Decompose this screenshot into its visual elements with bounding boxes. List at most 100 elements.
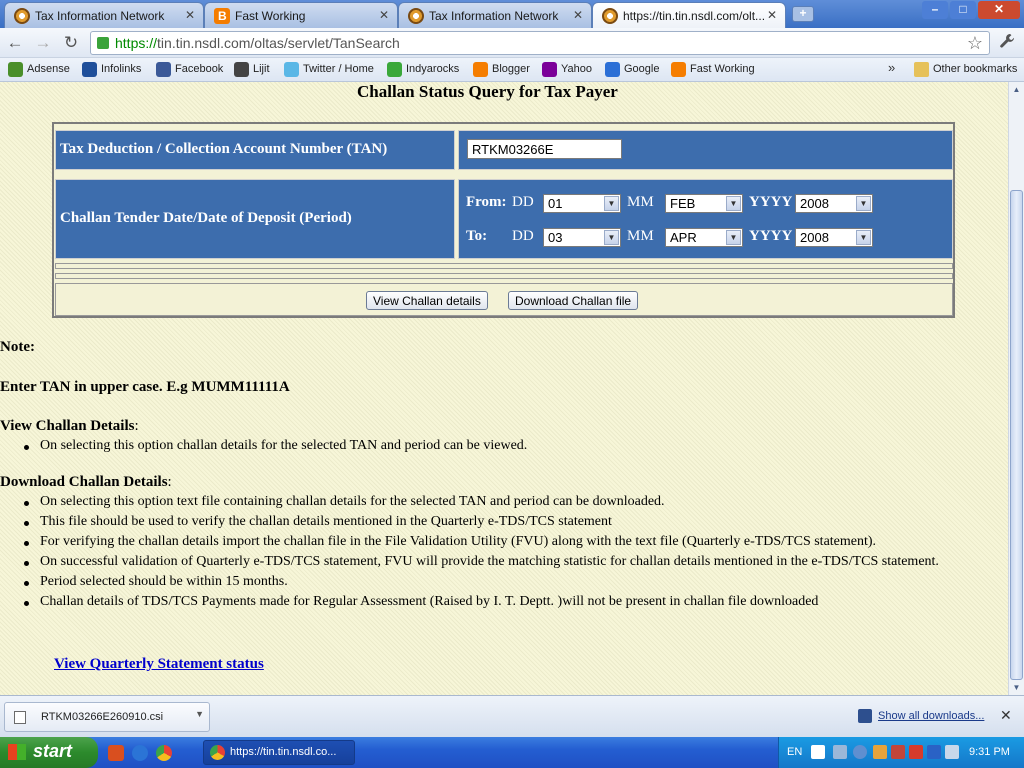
address-bar[interactable]: https://tin.tin.nsdl.com/oltas/servlet/T… — [90, 31, 990, 55]
chrome-icon[interactable] — [156, 745, 172, 761]
adsense-icon — [8, 62, 23, 77]
bookmark-label: Yahoo — [561, 63, 592, 75]
volume-icon[interactable] — [945, 745, 959, 759]
back-arrow-icon[interactable]: ← — [4, 33, 26, 53]
bookmark-google[interactable]: Google — [605, 62, 659, 77]
bookmark-label: Infolinks — [101, 63, 142, 75]
to-yyyy-value: 2008 — [800, 230, 829, 245]
taskbar-chrome-window[interactable]: https://tin.tin.nsdl.co... — [203, 740, 355, 765]
start-button[interactable]: start — [0, 737, 98, 768]
tan-input[interactable]: RTKM03266E — [467, 139, 622, 159]
infolinks-icon — [82, 62, 97, 77]
forward-arrow-icon[interactable]: → — [32, 33, 54, 53]
close-download-shelf-icon[interactable]: ✕ — [1000, 707, 1012, 724]
from-dd-value: 01 — [548, 196, 563, 211]
tan-input-cell: RTKM03266E — [458, 130, 953, 170]
from-mm-select[interactable]: FEB ▼ — [665, 194, 743, 213]
bookmark-label: Adsense — [27, 63, 70, 75]
bookmark-indyarocks[interactable]: Indyarocks — [387, 62, 460, 77]
lock-icon — [97, 37, 109, 49]
tray-app-icon[interactable] — [909, 745, 923, 759]
spacer-row — [55, 273, 953, 279]
bookmark-blogger[interactable]: Blogger — [473, 62, 530, 77]
blogger-icon — [671, 62, 686, 77]
indyarocks-icon — [387, 62, 402, 77]
scrollbar-thumb[interactable] — [1010, 190, 1023, 680]
file-icon — [14, 711, 26, 724]
chevron-down-icon: ▼ — [856, 196, 871, 211]
tray-app-icon[interactable] — [873, 745, 887, 759]
to-mm-select[interactable]: APR ▼ — [665, 228, 743, 247]
download-challan-list: On selecting this option text file conta… — [20, 494, 939, 614]
window-close-button[interactable]: ✕ — [978, 1, 1020, 19]
close-tab-icon[interactable]: ✕ — [379, 8, 389, 22]
bookmark-yahoo[interactable]: Yahoo — [542, 62, 592, 77]
bookmark-facebook[interactable]: Facebook — [156, 62, 224, 77]
tab-title: https://tin.tin.nsdl.com/olt... — [623, 9, 766, 23]
reload-icon[interactable]: ↻ — [60, 33, 82, 53]
tin-icon — [408, 8, 424, 24]
view-challan-heading-text: View Challan Details — [0, 418, 135, 434]
bookmark-label: Facebook — [175, 63, 224, 75]
view-challan-details-button[interactable]: View Challan details — [366, 291, 488, 310]
from-dd-label: DD — [512, 194, 534, 210]
page-content: Challan Status Query for Tax Payer Tax D… — [0, 82, 1008, 695]
wrench-menu-icon[interactable] — [998, 32, 1016, 55]
to-yyyy-select[interactable]: 2008 ▼ — [795, 228, 873, 247]
bookmark-twitter[interactable]: Twitter / Home — [284, 62, 374, 77]
bookmark-label: Indyarocks — [406, 63, 460, 75]
quicklaunch-app-icon[interactable] — [108, 745, 124, 761]
chevron-down-icon: ▼ — [604, 196, 619, 211]
bookmark-lijit[interactable]: Lijit — [234, 62, 270, 77]
from-label: From: — [466, 194, 507, 210]
page-title: Challan Status Query for Tax Payer — [357, 82, 618, 101]
from-dd-select[interactable]: 01 ▼ — [543, 194, 621, 213]
to-dd-select[interactable]: 03 ▼ — [543, 228, 621, 247]
yahoo-icon — [542, 62, 557, 77]
scroll-down-icon[interactable]: ▼ — [1009, 680, 1024, 695]
close-tab-icon[interactable]: ✕ — [185, 8, 195, 22]
bookmark-fast-working[interactable]: Fast Working — [671, 62, 755, 77]
internet-explorer-icon[interactable] — [132, 745, 148, 761]
vertical-scrollbar[interactable]: ▲ ▼ — [1008, 82, 1024, 695]
from-yyyy-select[interactable]: 2008 ▼ — [795, 194, 873, 213]
tab-strip: Tax Information Network ✕ Fast Working ✕… — [0, 0, 1024, 28]
download-challan-file-button[interactable]: Download Challan file — [508, 291, 639, 310]
help-icon[interactable] — [811, 745, 825, 759]
tab-fast-working[interactable]: Fast Working ✕ — [204, 2, 398, 28]
download-item[interactable]: RTKM03266E260910.csi ▼ — [4, 702, 210, 732]
url-text: https://tin.tin.nsdl.com/oltas/servlet/T… — [115, 35, 400, 51]
tray-collapse-icon[interactable] — [853, 745, 867, 759]
maximize-button[interactable]: □ — [950, 1, 976, 19]
view-quarterly-statement-link[interactable]: View Quarterly Statement status — [54, 656, 264, 673]
chevron-down-icon[interactable]: ▼ — [195, 709, 204, 719]
from-yyyy-value: 2008 — [800, 196, 829, 211]
show-all-downloads-link[interactable]: Show all downloads... — [858, 709, 984, 723]
scroll-up-icon[interactable]: ▲ — [1009, 82, 1024, 97]
tray-app-icon[interactable] — [833, 745, 847, 759]
tab-title: Tax Information Network — [429, 9, 559, 23]
tan-hint: Enter TAN in upper case. E.g MUMM11111A — [0, 379, 290, 395]
tray-app-icon[interactable] — [891, 745, 905, 759]
new-tab-button[interactable]: + — [792, 6, 814, 22]
language-indicator[interactable]: EN — [787, 746, 802, 758]
minimize-button[interactable]: – — [922, 1, 948, 19]
tab-tax-information-network-1[interactable]: Tax Information Network ✕ — [4, 2, 204, 28]
download-challan-heading-text: Download Challan Details — [0, 474, 168, 490]
bookmark-star-icon[interactable]: ☆ — [967, 33, 983, 54]
tab-tansearch-active[interactable]: https://tin.tin.nsdl.com/olt... ✕ — [592, 2, 786, 28]
bookmarks-overflow-chevron-icon[interactable]: » — [888, 60, 895, 75]
bookmarks-bar: Adsense Infolinks Facebook Lijit Twitter… — [0, 58, 1024, 82]
chevron-down-icon: ▼ — [726, 196, 741, 211]
bluetooth-icon[interactable] — [927, 745, 941, 759]
list-item: On selecting this option text file conta… — [20, 494, 939, 514]
other-bookmarks[interactable]: Other bookmarks — [914, 62, 1017, 77]
spacer-row — [55, 263, 953, 269]
bookmark-adsense[interactable]: Adsense — [8, 62, 70, 77]
close-tab-icon[interactable]: ✕ — [573, 8, 583, 22]
tin-icon — [602, 8, 618, 24]
bookmark-infolinks[interactable]: Infolinks — [82, 62, 142, 77]
tin-icon — [14, 8, 30, 24]
close-tab-icon[interactable]: ✕ — [767, 8, 777, 22]
tab-tax-information-network-2[interactable]: Tax Information Network ✕ — [398, 2, 592, 28]
